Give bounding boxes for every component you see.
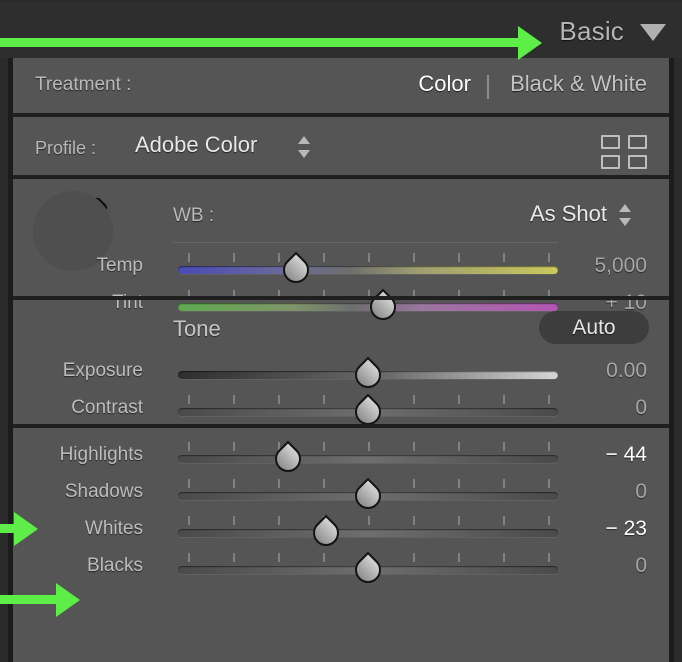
triangle-down-icon[interactable] [640,24,666,41]
slider-track[interactable] [178,455,558,463]
slider-handle[interactable] [349,551,387,589]
slider-handle[interactable] [349,356,387,394]
auto-tone-button[interactable]: Auto [539,311,649,344]
slider-row: Blacks 0 [13,547,669,589]
profile-grid-icon[interactable] [601,135,647,169]
slider-label: Highlights [59,444,143,465]
slider-label: Whites [84,518,143,539]
slider-track[interactable] [178,529,558,537]
page-title: Basic [559,16,624,46]
slider-row: Whites − 23 [13,510,669,552]
slider-ticks [178,516,558,525]
profile-section: Profile : Adobe Color [13,113,669,175]
slider-value[interactable]: 0 [635,396,647,420]
slider-value[interactable]: 0.00 [606,359,647,383]
slider-control[interactable] [178,547,558,589]
slider-value[interactable]: − 23 [606,517,647,541]
slider-row: Temp 5,000 [13,247,669,289]
stepper-updown-icon[interactable] [619,204,631,226]
slider-control[interactable] [178,247,558,289]
basic-panel-header[interactable]: Basic [0,2,682,58]
slider-control[interactable] [178,436,558,478]
wb-divider [173,242,558,243]
wb-label: WB : [173,205,215,226]
treatment-section: Treatment : Color Black & White [13,58,669,113]
slider-control[interactable] [178,389,558,431]
slider-handle[interactable] [277,251,315,289]
slider-ticks [178,442,558,451]
slider-row: Highlights − 44 [13,436,669,478]
slider-value[interactable]: 5,000 [594,254,647,278]
slider-value[interactable]: 0 [635,554,647,578]
slider-label: Temp [96,255,143,276]
slider-row: Exposure 0.00 [13,352,669,394]
profile-label: Profile : [35,138,97,158]
tone-slider-list: Exposure 0.00 Contrast 0 [13,352,669,431]
tone-title: Tone [173,316,221,341]
basic-panel-body: Treatment : Color Black & White Profile … [8,58,674,662]
slider-value[interactable]: 0 [635,480,647,504]
tone-detail-section: Highlights − 44 Shadows 0 Whites − 23 Blacks 0 [13,424,669,589]
treatment-blackwhite-button[interactable]: Black & White [510,71,647,97]
tone-section: Tone Auto Exposure 0.00 Contrast 0 [13,296,669,431]
slider-track[interactable] [178,266,558,274]
slider-control[interactable] [178,352,558,394]
treatment-color-button[interactable]: Color [418,71,471,97]
slider-control[interactable] [178,510,558,552]
slider-control[interactable] [178,473,558,515]
white-balance-section: WB : As Shot Temp 5,000 Tint + 10 [13,175,669,326]
slider-handle[interactable] [349,477,387,515]
slider-label: Exposure [62,360,143,381]
slider-ticks [178,253,558,262]
slider-label: Contrast [71,397,143,418]
slider-label: Blacks [87,555,143,576]
stepper-updown-icon[interactable] [298,136,310,158]
profile-value[interactable]: Adobe Color [135,132,257,158]
slider-row: Contrast 0 [13,389,669,431]
slider-handle[interactable] [269,440,307,478]
treatment-divider [487,75,489,99]
slider-value[interactable]: − 44 [606,443,647,467]
lightroom-basic-panel: Basic Treatment : Color Black & White Pr… [0,0,682,662]
bottom-slider-list: Highlights − 44 Shadows 0 Whites − 23 Blacks 0 [13,436,669,589]
treatment-label: Treatment : [35,74,132,95]
slider-handle[interactable] [307,514,345,552]
wb-preset-value[interactable]: As Shot [530,201,607,227]
slider-row: Shadows 0 [13,473,669,515]
slider-label: Shadows [64,481,143,502]
